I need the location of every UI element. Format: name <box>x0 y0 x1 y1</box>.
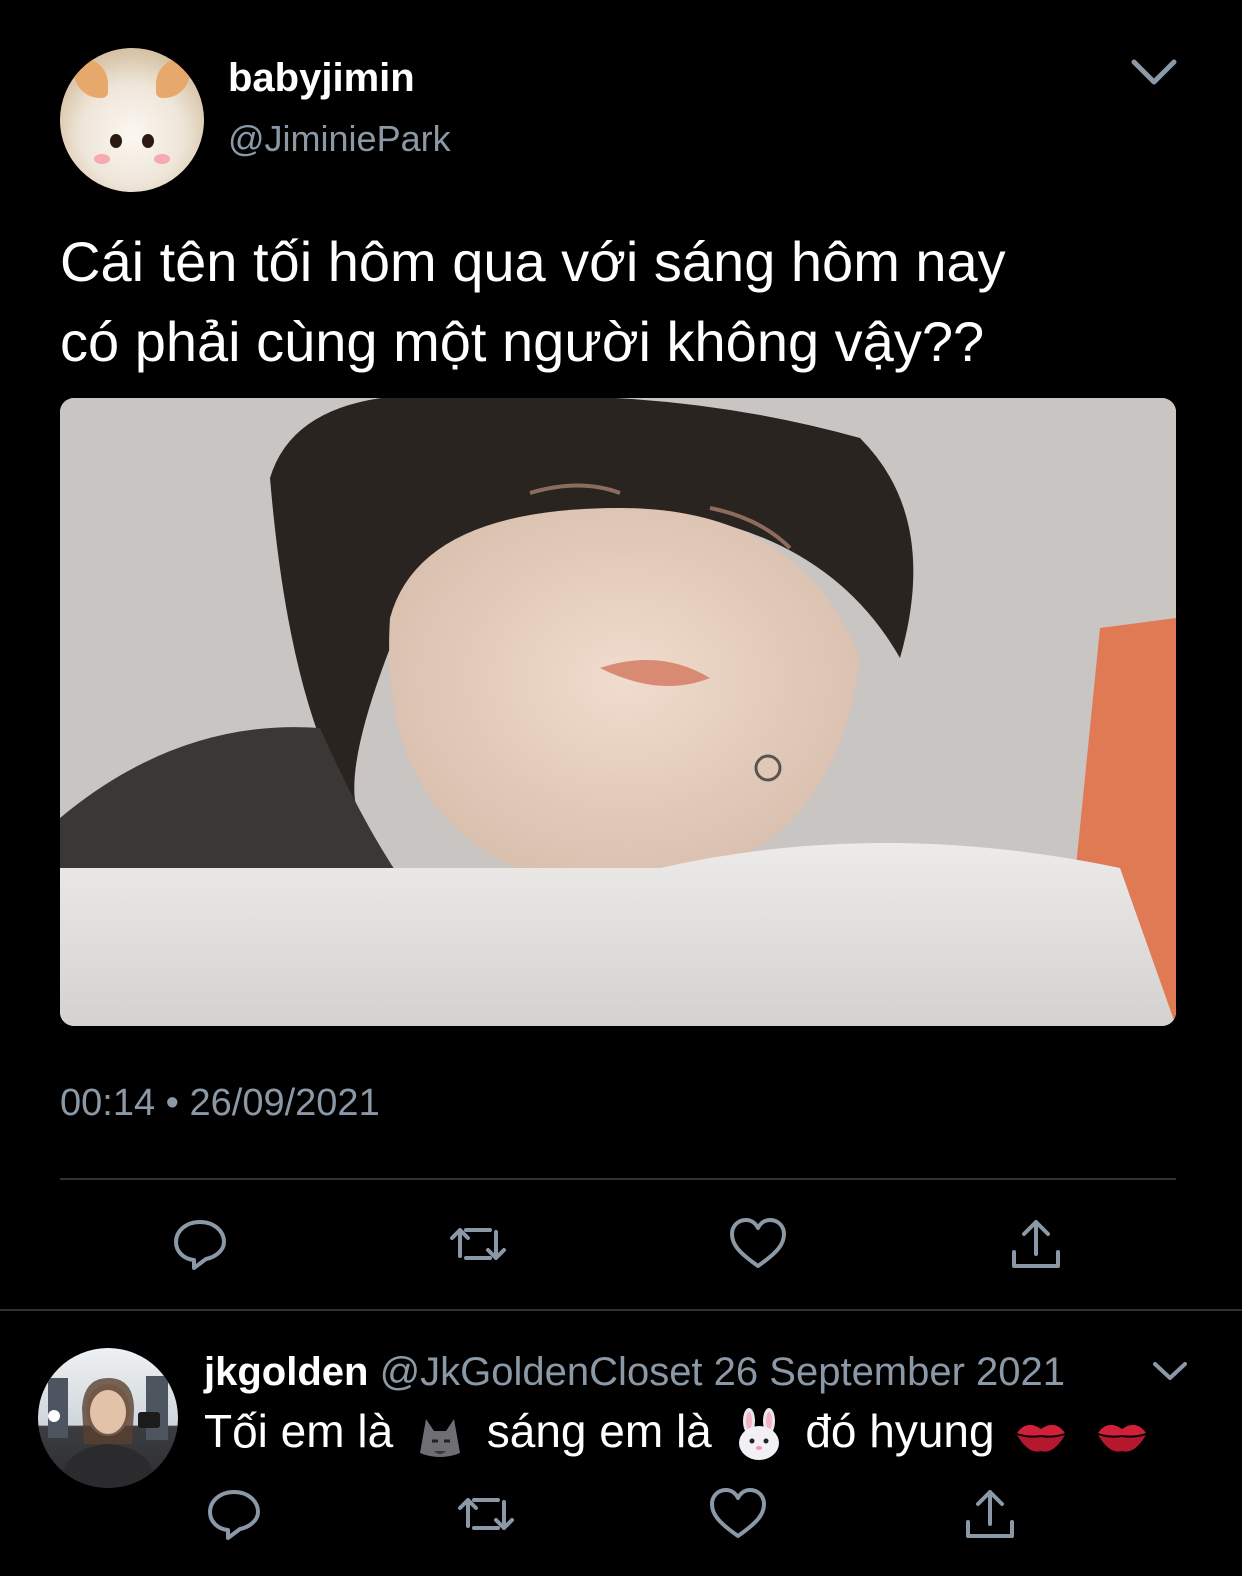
cat-eye <box>142 134 154 148</box>
wolf-emoji <box>419 1418 460 1457</box>
tweet-text: Cái tên tối hôm qua với sáng hôm nay có … <box>60 222 1180 382</box>
reply-text-part: sáng em là <box>486 1405 712 1457</box>
cat-ear <box>156 58 190 98</box>
divider <box>0 1309 1242 1311</box>
tweet-timestamp: 00:14 • 26/09/2021 <box>60 1082 380 1124</box>
display-name[interactable]: babyjimin <box>228 56 415 101</box>
chevron-down-icon[interactable] <box>1126 52 1182 92</box>
cat-eye <box>110 134 122 148</box>
reply-icon[interactable] <box>204 1484 264 1544</box>
retweet-icon[interactable] <box>456 1484 516 1544</box>
cat-blush <box>154 154 170 164</box>
reply-text: Tối em là sáng em là đó hyung <box>204 1404 1156 1463</box>
reply-text-part: đó hyung <box>805 1405 995 1457</box>
chevron-down-icon[interactable] <box>1150 1356 1190 1386</box>
like-icon[interactable] <box>708 1484 768 1544</box>
share-icon[interactable] <box>960 1484 1020 1544</box>
tweet-photo[interactable] <box>60 398 1176 1026</box>
display-name[interactable]: jkgolden <box>204 1350 368 1394</box>
avatar[interactable] <box>38 1348 178 1488</box>
retweet-icon[interactable] <box>448 1214 508 1274</box>
person-photo <box>48 1376 168 1488</box>
sleeping-person-photo <box>60 398 1176 1026</box>
cat-ear <box>74 58 108 98</box>
tweet-text-line: Cái tên tối hôm qua với sáng hôm nay <box>60 230 1006 293</box>
reply-header: jkgolden @JkGoldenCloset 26 September 20… <box>204 1350 1065 1395</box>
reply-date[interactable]: 26 September 2021 <box>714 1350 1065 1394</box>
cat-blush <box>94 154 110 164</box>
rabbit-emoji <box>738 1407 779 1460</box>
reply-icon[interactable] <box>170 1214 230 1274</box>
user-handle[interactable]: @JkGoldenCloset <box>380 1350 703 1394</box>
reply-text-part: Tối em là <box>204 1405 394 1457</box>
divider <box>60 1178 1176 1180</box>
like-icon[interactable] <box>728 1214 788 1274</box>
kiss-mark-emoji <box>1017 1424 1066 1452</box>
kiss-mark-emoji <box>1098 1424 1147 1452</box>
tweet-text-line: có phải cùng một người không vậy?? <box>60 310 985 373</box>
avatar[interactable] <box>60 48 204 192</box>
user-handle[interactable]: @JiminiePark <box>228 118 451 160</box>
share-icon[interactable] <box>1006 1214 1066 1274</box>
